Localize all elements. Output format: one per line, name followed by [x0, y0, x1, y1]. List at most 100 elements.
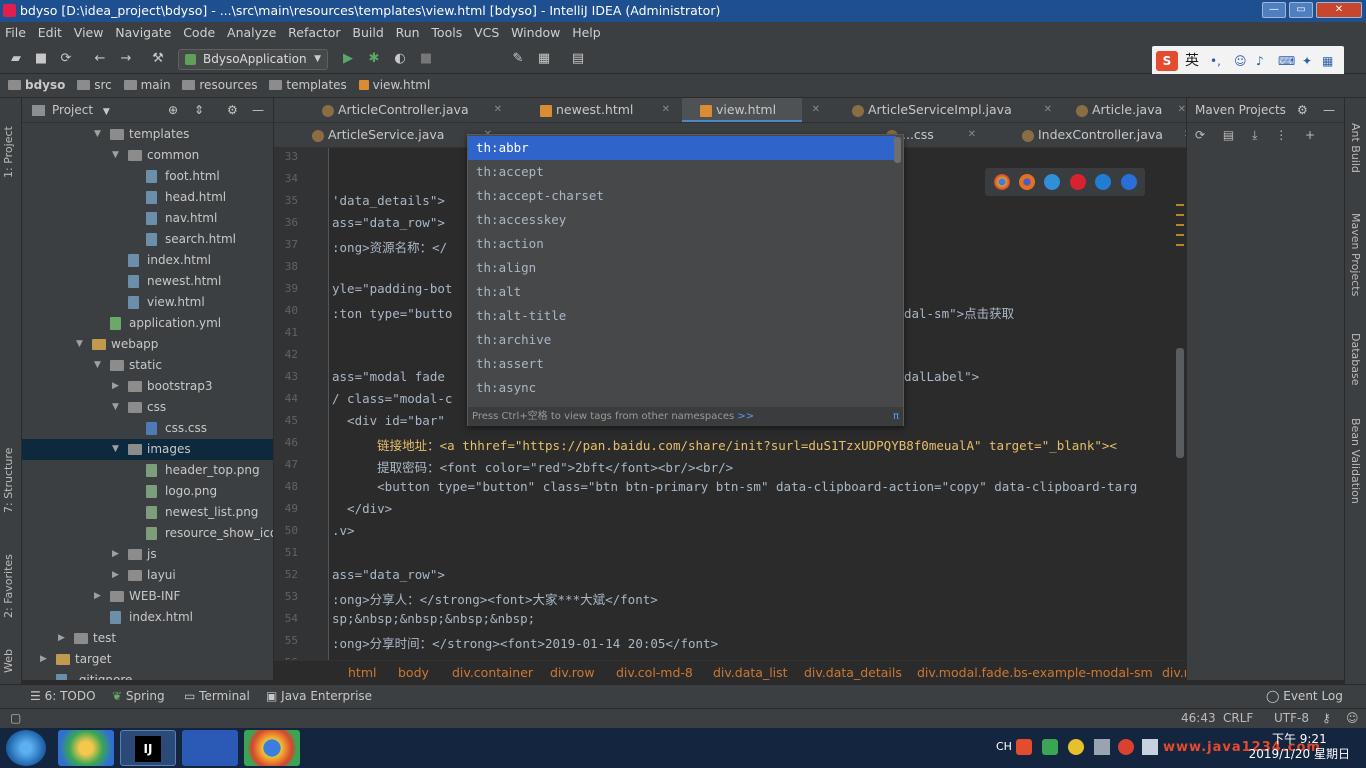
line-number[interactable]: 41	[274, 326, 298, 339]
tag-breadcrumb-item[interactable]: body	[398, 661, 429, 684]
code-line[interactable]: :ong>分享人：</strong><font>大家***大斌</font>	[332, 589, 658, 608]
code-line[interactable]: 提取密码：<font color="red">2bft</font><br/><…	[332, 457, 733, 476]
gear-icon[interactable]: ⚙	[227, 98, 238, 122]
expand-arrow-icon[interactable]: ▼	[112, 145, 122, 166]
close-tab-icon[interactable]: ✕	[1044, 98, 1052, 122]
ime-toolbox-icon[interactable]: ▦	[1322, 46, 1333, 76]
completion-item[interactable]: th:accept	[468, 160, 896, 184]
ime-language-label[interactable]: 英	[1185, 46, 1199, 76]
tree-item-nav-html[interactable]: nav.html	[22, 208, 273, 229]
menu-help[interactable]: Help	[572, 25, 601, 40]
status-toggle-icon[interactable]: ▢	[10, 709, 21, 728]
close-tab-icon[interactable]: ✕	[812, 98, 820, 122]
hide-panel-icon[interactable]: —	[252, 98, 264, 122]
completion-item[interactable]: th:align	[468, 256, 896, 280]
menu-navigate[interactable]: Navigate	[115, 25, 171, 40]
reimport-icon[interactable]: ⟳	[1195, 128, 1205, 142]
completion-item[interactable]: th:action	[468, 232, 896, 256]
synchronize-icon[interactable]: ⟳	[58, 51, 74, 67]
menu-edit[interactable]: Edit	[38, 25, 62, 40]
code-line[interactable]: 'data_details">	[332, 193, 445, 208]
breadcrumb-project[interactable]: bdyso	[8, 74, 65, 97]
code-line[interactable]: sp;&nbsp;&nbsp;&nbsp;&nbsp;	[332, 611, 535, 626]
sdk-manager-icon[interactable]: ▤	[570, 51, 586, 67]
close-tab-icon[interactable]: ✕	[494, 98, 502, 122]
line-number[interactable]: 37	[274, 238, 298, 251]
completion-pi-icon[interactable]: π	[893, 407, 899, 426]
expand-arrow-icon[interactable]: ▼	[76, 334, 86, 355]
code-line[interactable]: <button type="button" class="btn btn-pri…	[332, 479, 1137, 494]
collapse-arrow-icon[interactable]: ▶	[94, 586, 104, 607]
tool-tab-favorites[interactable]: 2: Favorites	[2, 538, 15, 618]
line-separator[interactable]: CRLF	[1223, 709, 1253, 728]
start-button[interactable]	[6, 730, 46, 766]
completion-item[interactable]: th:alt	[468, 280, 896, 304]
tool-tab-web[interactable]: Web	[2, 633, 15, 673]
completion-item[interactable]: th:alt-title	[468, 304, 896, 328]
tool-tab-event-log[interactable]: ◯ Event Log	[1266, 685, 1343, 708]
tree-item-search-html[interactable]: search.html	[22, 229, 273, 250]
code-line[interactable]: <div id="bar"	[332, 413, 445, 428]
line-number[interactable]: 48	[274, 480, 298, 493]
settings-wrench-icon[interactable]: ✎	[510, 51, 526, 67]
internet-explorer-icon[interactable]	[1095, 174, 1111, 190]
tree-item-application-yml[interactable]: application.yml	[22, 313, 273, 334]
scroll-from-source-icon[interactable]: ⊕	[168, 98, 178, 122]
code-line[interactable]: </div>	[332, 501, 392, 516]
tab-articlecontroller-java[interactable]: ArticleController.java ✕	[304, 98, 502, 122]
tag-breadcrumb-item[interactable]: div.modal.fade.bs-example-modal-sm	[917, 661, 1153, 684]
code-line[interactable]: .v>	[332, 523, 355, 538]
menu-code[interactable]: Code	[183, 25, 215, 40]
line-number[interactable]: 36	[274, 216, 298, 229]
stop-icon[interactable]: ■	[418, 51, 434, 67]
warning-marker[interactable]	[1176, 204, 1184, 206]
line-number[interactable]: 46	[274, 436, 298, 449]
taskbar-chrome-icon[interactable]	[244, 730, 300, 766]
collapse-arrow-icon[interactable]: ▶	[112, 565, 122, 586]
project-panel-title[interactable]: Project	[52, 103, 93, 117]
completion-scrollbar[interactable]	[894, 137, 901, 163]
tree-item-head-html[interactable]: head.html	[22, 187, 273, 208]
tool-tab-bean-validation[interactable]: Bean Validation	[1349, 418, 1362, 508]
line-number[interactable]: 43	[274, 370, 298, 383]
download-icon[interactable]: ⤓	[1252, 128, 1257, 142]
tree-item-css-css[interactable]: css.css	[22, 418, 273, 439]
tag-breadcrumb-item[interactable]: div.data_list	[713, 661, 788, 684]
line-number[interactable]: 35	[274, 194, 298, 207]
taskbar-pinned-app-icon[interactable]	[58, 730, 114, 766]
expand-arrow-icon[interactable]: ▼	[94, 355, 104, 376]
completion-item[interactable]: th:abbr	[468, 136, 896, 160]
completion-item[interactable]: th:accept-charset	[468, 184, 896, 208]
maximize-button[interactable]: ▭	[1289, 2, 1313, 18]
open-folder-icon[interactable]: ▰	[8, 51, 24, 67]
line-number[interactable]: 44	[274, 392, 298, 405]
expand-arrow-icon[interactable]: ▼	[112, 439, 122, 460]
completion-item[interactable]: th:archive	[468, 328, 896, 352]
tag-breadcrumb-item[interactable]: div.row	[550, 661, 595, 684]
editor-scrollbar[interactable]	[1174, 148, 1186, 660]
warning-marker[interactable]	[1176, 234, 1184, 236]
taskbar-wps-icon[interactable]	[182, 730, 238, 766]
expand-arrow-icon[interactable]: ▼	[112, 397, 122, 418]
tree-item-header-top-png[interactable]: header_top.png	[22, 460, 273, 481]
tool-tab-java-enterprise[interactable]: ▣ Java Enterprise	[266, 685, 372, 708]
breadcrumb-resources[interactable]: resources	[182, 74, 258, 97]
line-number[interactable]: 54	[274, 612, 298, 625]
tree-item-js[interactable]: ▶ js	[22, 544, 273, 565]
code-line[interactable]: ass="data_row">	[332, 215, 445, 230]
close-window-button[interactable]: ✕	[1316, 2, 1362, 18]
tree-item--gitignore[interactable]: .gitignore	[22, 670, 273, 680]
editor-gutter[interactable]: 33 34 35 36 37 38 39 40 41 42 43 44 45 46 47 48 49 50 51 52…	[274, 148, 329, 660]
line-number[interactable]: 50	[274, 524, 298, 537]
tray-sogou-icon[interactable]	[1016, 739, 1032, 755]
line-number[interactable]: 40	[274, 304, 298, 317]
tab-article-java[interactable]: Article.java ✕	[1058, 98, 1186, 122]
line-number[interactable]: 53	[274, 590, 298, 603]
tree-item-layui[interactable]: ▶ layui	[22, 565, 273, 586]
run-play-icon[interactable]: ▶	[340, 51, 356, 67]
tray-language[interactable]: CH	[996, 740, 1012, 753]
coverage-icon[interactable]: ◐	[392, 51, 408, 67]
tool-tab-maven-projects[interactable]: Maven Projects	[1349, 213, 1362, 303]
line-number[interactable]: 33	[274, 150, 298, 163]
menu-file[interactable]: File	[5, 25, 26, 40]
